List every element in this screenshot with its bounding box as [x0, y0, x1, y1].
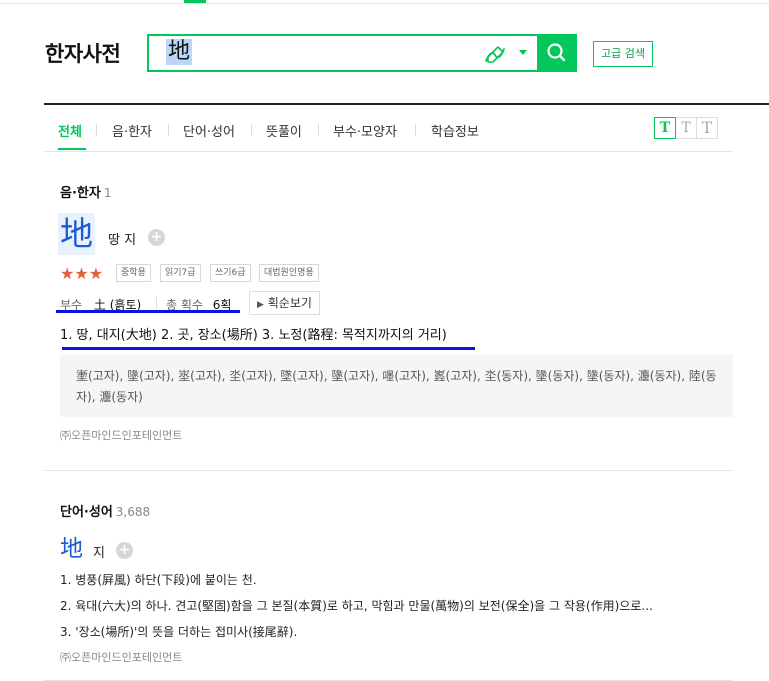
word-definition: 3. '장소(場所)'의 뜻을 더하는 접미사(接尾辭). [60, 625, 298, 639]
active-top-indicator [184, 0, 206, 3]
dropdown-arrow-icon[interactable] [519, 50, 527, 55]
level-badge: 중학용 [116, 264, 151, 282]
tab-separator [318, 124, 319, 136]
highlight-underline [56, 310, 240, 313]
hanja-meanings: 1. 땅, 대지(大地) 2. 곳, 장소(場所) 3. 노정(路程: 목적지까… [60, 328, 447, 343]
top-border [0, 3, 769, 4]
stroke-order-button[interactable]: ▶ 획순보기 [249, 291, 320, 315]
tab-meaning[interactable]: 뜻풀이 [266, 121, 302, 140]
related-characters-box: 壍(고자), 墬(고자), 埊(고자), 坔(고자), 墜(고자), 墬(고자)… [60, 355, 733, 417]
related-characters[interactable]: 壍(고자), 墬(고자), 埊(고자), 坔(고자), 墜(고자), 墬(고자)… [76, 366, 726, 408]
highlight-underline [62, 347, 475, 350]
advanced-search-button[interactable]: 고급 검색 [593, 41, 653, 67]
tab-separator [251, 124, 252, 136]
tabs-divider [44, 151, 733, 152]
tab-words[interactable]: 단어·성어 [183, 121, 235, 140]
section-title-eum-hanja: 음·한자 1 [60, 182, 111, 201]
word-definition: 2. 육대(六大)의 하나. 견고(堅固)함을 그 본질(本質)로 하고, 막힘… [60, 599, 653, 613]
word-reading: 지 [93, 546, 105, 561]
tab-separator [415, 124, 416, 136]
source-credit: ㈜오픈마인드인포테인먼트 [60, 651, 183, 664]
word-hanja[interactable]: 地 [60, 533, 83, 565]
section-title-text: 음·한자 [60, 186, 101, 201]
add-wordbook-icon[interactable]: + [148, 229, 165, 246]
service-logo[interactable]: 한자사전 [45, 38, 121, 68]
search-box[interactable]: 地 [147, 34, 539, 72]
meta-separator [156, 297, 157, 309]
source-credit: ㈜오픈마인드인포테인먼트 [60, 429, 183, 442]
hanja-reading: 땅 지 [108, 233, 137, 248]
tab-separator [168, 124, 169, 136]
level-badge: 읽기7급 [160, 264, 201, 282]
search-icon [547, 43, 566, 62]
tab-eum-hanja[interactable]: 음·한자 [112, 121, 152, 140]
word-definition: 1. 병풍(屛風) 하단(下段)에 붙이는 천. [60, 573, 257, 587]
tab-all[interactable]: 전체 [58, 121, 82, 140]
level-badge: 쓰기6급 [210, 264, 251, 282]
font-size-large-button[interactable]: T [696, 117, 718, 139]
search-button[interactable] [537, 34, 577, 72]
section-title-words: 단어·성어 3,688 [60, 501, 150, 520]
section-title-text: 단어·성어 [60, 505, 113, 520]
stroke-order-label: 획순보기 [267, 296, 312, 310]
add-wordbook-icon[interactable]: + [116, 542, 133, 559]
hanja-character[interactable]: 地 [58, 213, 95, 255]
section-divider [44, 470, 733, 471]
handwriting-input-icon[interactable] [483, 43, 507, 65]
header-divider [44, 103, 769, 105]
result-count: 1 [103, 186, 112, 200]
result-count: 3,688 [115, 505, 151, 519]
font-size-medium-button[interactable]: T [675, 117, 697, 139]
active-tab-underline [58, 148, 86, 150]
play-icon: ▶ [257, 300, 264, 310]
importance-stars: ★★★ [60, 264, 104, 283]
search-input[interactable]: 地 [166, 39, 193, 65]
tab-separator [96, 124, 97, 136]
level-badge: 대법원인명용 [259, 264, 319, 282]
font-size-small-button[interactable]: T [654, 117, 676, 139]
tab-radical[interactable]: 부수·모양자 [333, 121, 397, 140]
tab-study-info[interactable]: 학습정보 [431, 121, 479, 140]
